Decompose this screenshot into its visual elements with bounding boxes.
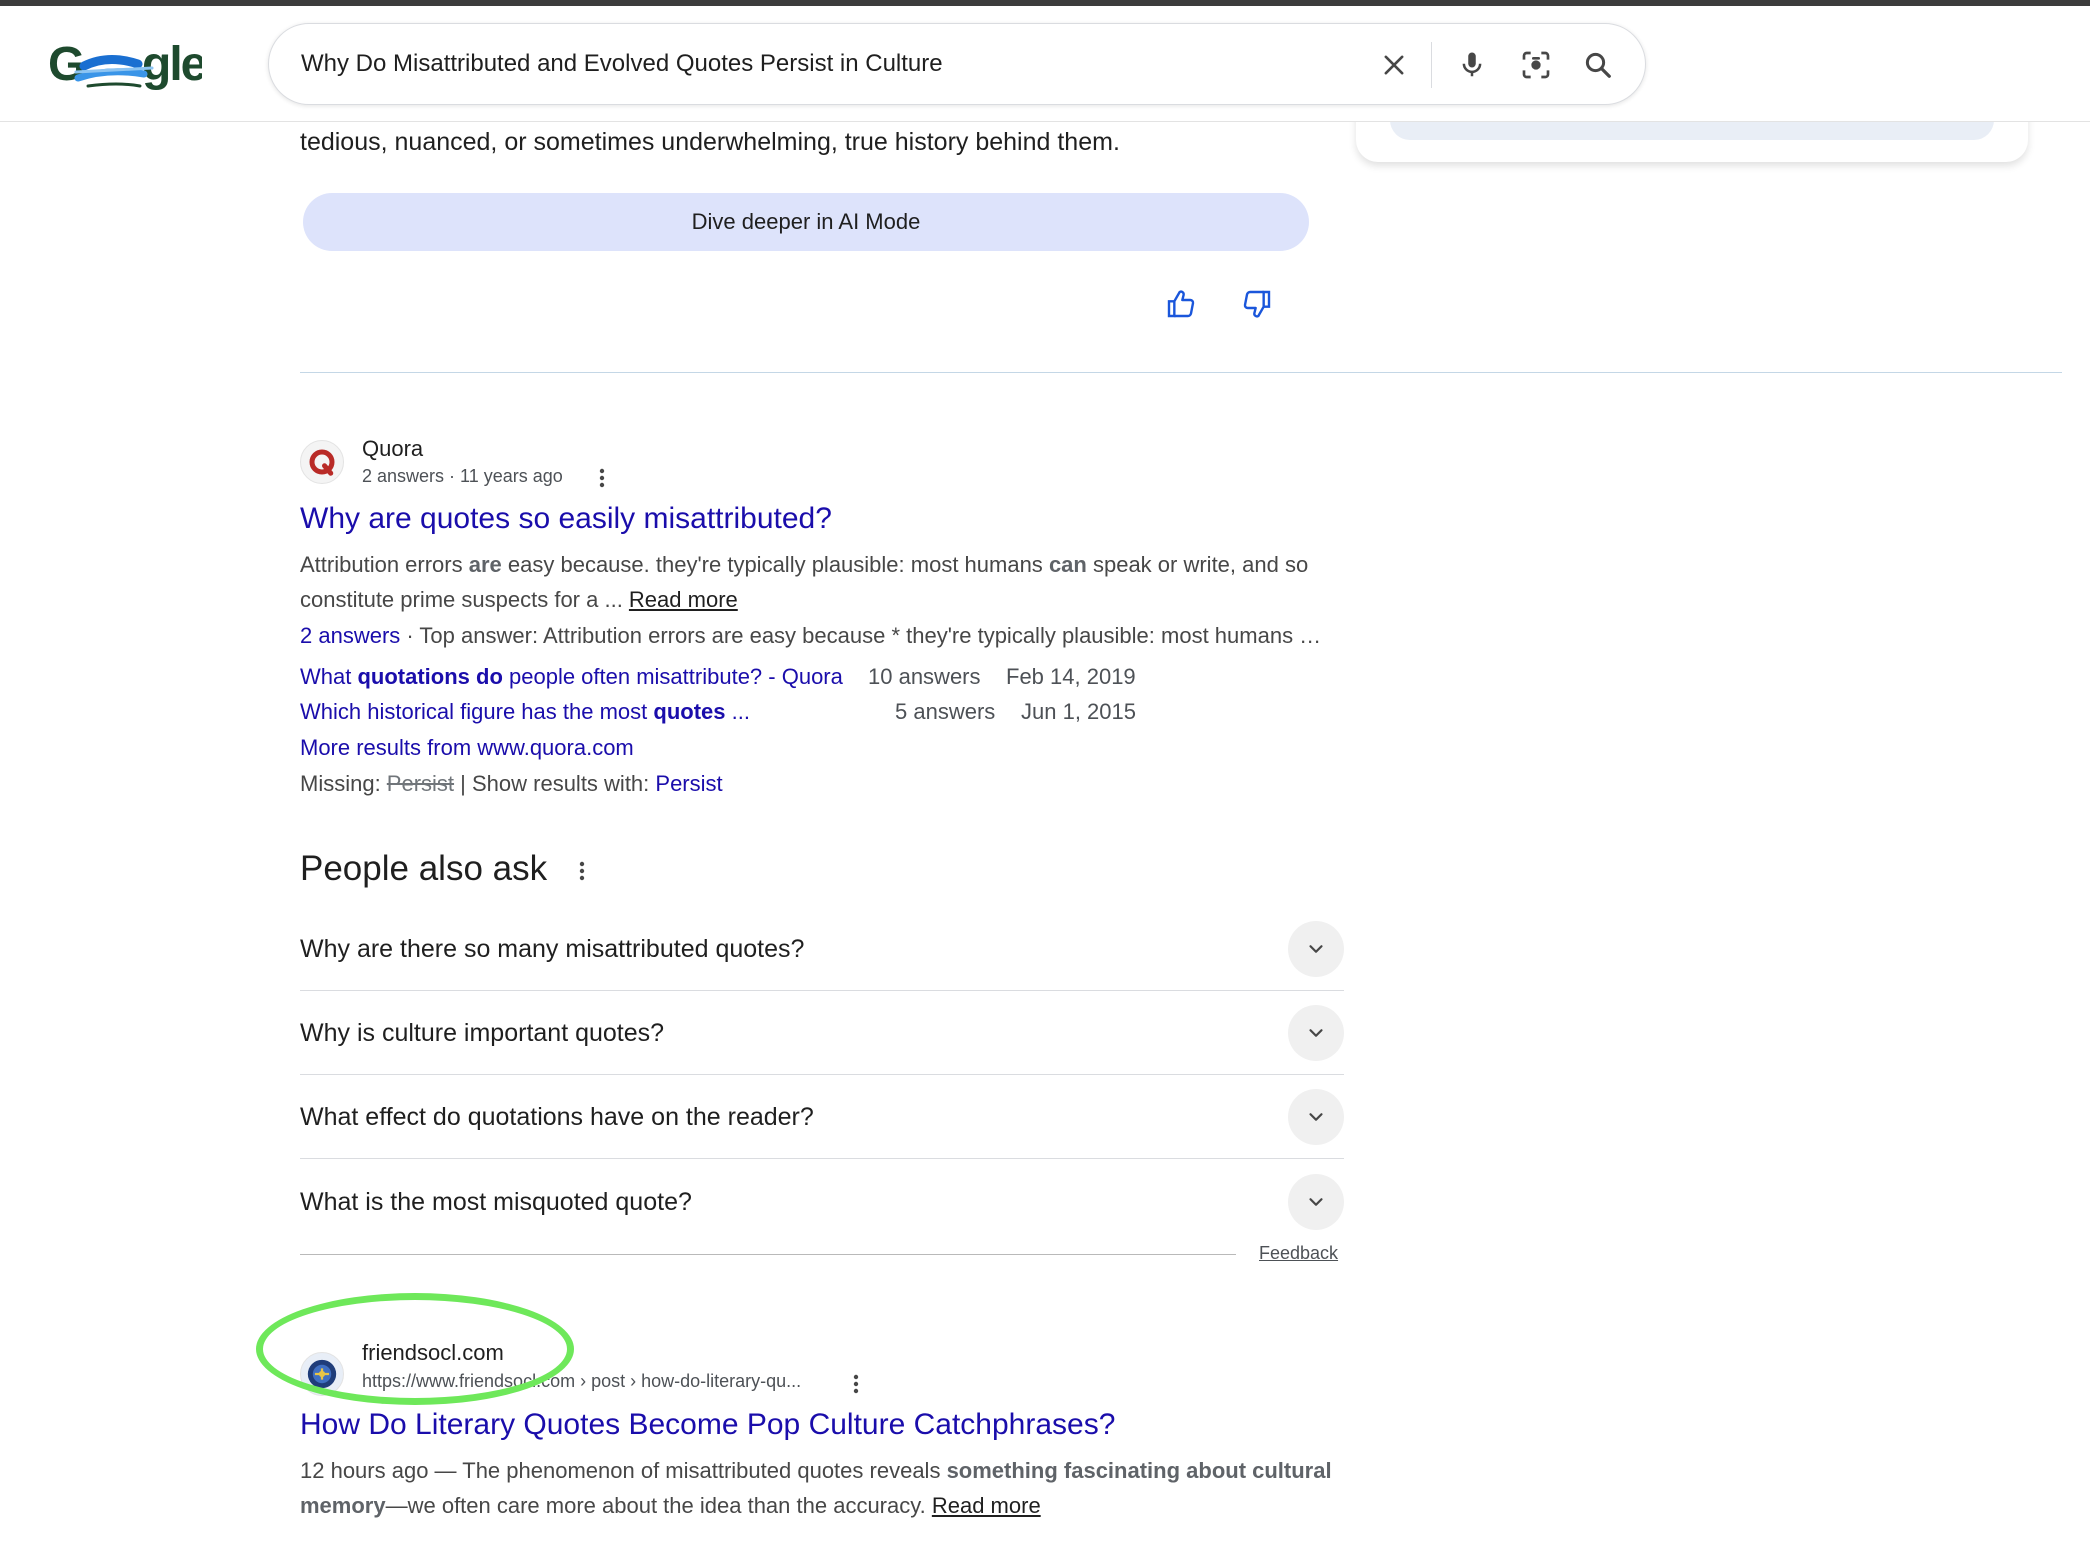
snippet-bold: can <box>1048 552 1087 577</box>
missing-label: Missing: <box>300 771 387 796</box>
result-title-link[interactable]: Why are quotes so easily misattributed? <box>300 502 832 536</box>
thumbs-down-icon[interactable] <box>1237 284 1277 324</box>
result-url[interactable]: https://www.friendsocl.com › post › how-… <box>362 1371 801 1392</box>
snippet-text: 12 hours ago — The phenomenon of misattr… <box>300 1458 947 1483</box>
answers-count-link[interactable]: 2 answers <box>300 623 400 648</box>
svg-text:G: G <box>48 38 84 91</box>
result-snippet: Attribution errors are easy because. the… <box>300 547 1308 582</box>
more-results-line: More results from www.quora.com <box>300 730 634 765</box>
result-snippet: 12 hours ago — The phenomenon of misattr… <box>300 1453 1332 1488</box>
google-doodle-logo[interactable]: G gle <box>48 28 202 98</box>
paa-bottom-divider <box>300 1254 1236 1255</box>
svg-text:gle: gle <box>142 38 202 91</box>
paa-more-options-icon[interactable] <box>572 859 592 883</box>
search-divider <box>1431 42 1432 88</box>
sub-result-answers: 5 answers <box>895 699 996 724</box>
sub-result-row[interactable]: Which historical figure has the most quo… <box>300 699 1200 729</box>
search-box[interactable]: Why Do Misattributed and Evolved Quotes … <box>268 23 1646 105</box>
top-answer-line: 2 answers · Top answer: Attribution erro… <box>300 618 1321 653</box>
chevron-down-icon[interactable] <box>1288 1089 1344 1145</box>
paa-question[interactable]: Why are there so many misattributed quot… <box>300 907 1344 991</box>
sub-result-link[interactable]: What quotations do people often misattri… <box>300 664 843 690</box>
chevron-down-icon[interactable] <box>1288 1005 1344 1061</box>
sub-result-answers: 10 answers <box>868 664 981 689</box>
paa-question-text: What is the most misquoted quote? <box>300 1188 692 1216</box>
search-result-friendsocl: friendsocl.com https://www.friendsocl.co… <box>300 1340 1360 1520</box>
paa-question[interactable]: Why is culture important quotes? <box>300 991 1344 1075</box>
paa-question[interactable]: What is the most misquoted quote? <box>300 1160 1344 1244</box>
thumbs-up-icon[interactable] <box>1161 284 1201 324</box>
sub-result-link[interactable]: Which historical figure has the most quo… <box>300 699 750 725</box>
snippet-text: easy because. they're typically plausibl… <box>501 552 1049 577</box>
search-query-text[interactable]: Why Do Misattributed and Evolved Quotes … <box>301 50 943 78</box>
more-options-icon[interactable] <box>592 466 612 490</box>
paa-question-text: Why are there so many misattributed quot… <box>300 935 805 963</box>
result-meta: 2 answers · 11 years ago <box>362 466 563 486</box>
section-divider <box>300 372 2062 373</box>
sub-result-date: Jun 1, 2015 <box>1021 699 1136 724</box>
search-header: G gle Why Do Misattributed and Evolved Q… <box>0 6 2090 122</box>
snippet-bold: memory <box>300 1493 386 1518</box>
snippet-text: speak or write, and so <box>1086 552 1309 577</box>
chevron-down-icon[interactable] <box>1288 921 1344 977</box>
microphone-icon[interactable] <box>1453 46 1491 84</box>
more-results-link[interactable]: More results from www.quora.com <box>300 735 634 760</box>
missing-term: Persist <box>386 771 455 796</box>
paa-question-text: What effect do quotations have on the re… <box>300 1103 814 1131</box>
chevron-down-icon[interactable] <box>1288 1174 1344 1230</box>
search-result-quora: Quora 2 answers · 11 years ago Why are q… <box>300 436 1360 806</box>
lens-icon[interactable] <box>1517 46 1555 84</box>
paa-question[interactable]: What effect do quotations have on the re… <box>300 1075 1344 1159</box>
snippet-text: constitute prime suspects for a ... <box>300 587 629 612</box>
close-icon[interactable] <box>1375 46 1413 84</box>
paa-question-text: Why is culture important quotes? <box>300 1019 665 1047</box>
snippet-bold: something fascinating about cultural <box>946 1458 1332 1483</box>
read-more-link[interactable]: Read more <box>932 1493 1041 1518</box>
snippet-text: Attribution errors <box>300 552 469 577</box>
sub-result-row[interactable]: What quotations do people often misattri… <box>300 664 1200 694</box>
top-answer-text: · Top answer: Attribution errors are eas… <box>400 623 1322 648</box>
show-with-label: | Show results with: <box>454 771 656 796</box>
sub-result-date: Feb 14, 2019 <box>1006 664 1136 689</box>
feedback-link[interactable]: Feedback <box>1259 1243 1338 1264</box>
result-snippet-line2: memory—we often care more about the idea… <box>300 1488 1041 1523</box>
read-more-link[interactable]: Read more <box>629 587 738 612</box>
snippet-text: —we often care more about the idea than … <box>385 1493 932 1518</box>
result-site-name[interactable]: friendsocl.com <box>362 1340 504 1366</box>
missing-terms-line: Missing: Persist | Show results with: Pe… <box>300 766 723 801</box>
friendsocl-favicon-icon[interactable] <box>300 1352 344 1396</box>
result-title-link[interactable]: How Do Literary Quotes Become Pop Cultur… <box>300 1408 1115 1442</box>
quora-favicon-icon[interactable] <box>300 440 344 484</box>
snippet-bold: are <box>468 552 502 577</box>
result-site-name[interactable]: Quora <box>362 436 423 462</box>
search-icon[interactable] <box>1579 46 1617 84</box>
ai-overview-text: tedious, nuanced, or sometimes underwhel… <box>300 128 1120 156</box>
show-with-persist-link[interactable]: Persist <box>655 771 722 796</box>
dive-deeper-ai-mode-button[interactable]: Dive deeper in AI Mode <box>303 193 1309 251</box>
people-also-ask-heading: People also ask <box>300 849 548 888</box>
result-snippet-line2: constitute prime suspects for a ... Read… <box>300 582 738 617</box>
more-options-icon[interactable] <box>846 1372 866 1396</box>
